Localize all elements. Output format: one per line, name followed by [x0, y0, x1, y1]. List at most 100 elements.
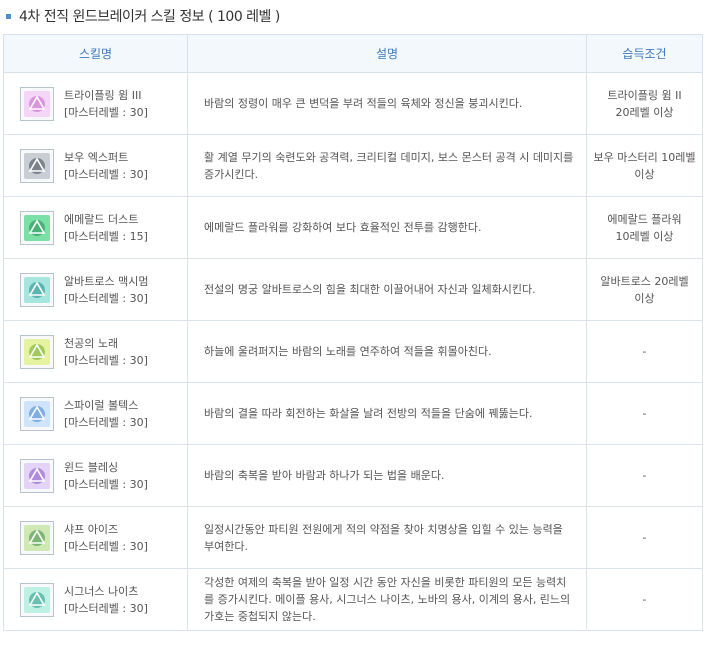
requirement-line-1: - [642, 531, 647, 544]
header-skill-name: 스킬명 [3, 34, 188, 73]
skill-name-text: 알바트로스 맥시멈 [마스터레벨 : 30] [64, 273, 148, 307]
skill-name-wrap: 알바트로스 맥시멈 [마스터레벨 : 30] [4, 272, 187, 307]
requirement-line-1: - [642, 345, 647, 358]
skill-icon-frame[interactable] [20, 458, 54, 493]
skill-description: 바람의 축복을 받아 바람과 하나가 되는 법을 배운다. [187, 444, 587, 507]
skill-requirement: - [586, 568, 703, 631]
cygnus-knights-icon [24, 586, 50, 613]
skill-icon-frame[interactable] [20, 148, 54, 183]
spiral-vortex-icon [24, 400, 50, 427]
skill-name-wrap: 트라이플링 윔 III [마스터레벨 : 30] [4, 86, 187, 121]
requirement-line-1: 보우 마스터리 10레벨 [593, 150, 696, 164]
skill-requirement: 에메랄드 플라워 10레벨 이상 [586, 196, 703, 259]
requirement-line-2: 이상 [634, 167, 655, 181]
header-requirement: 습득조건 [586, 34, 703, 73]
skill-requirement: 보우 마스터리 10레벨 이상 [586, 134, 703, 197]
skill-name-cell: 스파이럴 볼텍스 [마스터레벨 : 30] [3, 382, 188, 445]
skill-master-level: [마스터레벨 : 15] [64, 229, 148, 243]
skill-name: 트라이플링 윔 III [64, 88, 142, 102]
skill-name-cell: 에메랄드 더스트 [마스터레벨 : 15] [3, 196, 188, 259]
skill-requirement: - [586, 444, 703, 507]
skill-name-text: 보우 엑스퍼트 [마스터레벨 : 30] [64, 149, 148, 183]
skill-master-level: [마스터레벨 : 30] [64, 477, 148, 491]
skill-name: 윈드 블레싱 [64, 460, 119, 474]
requirement-line-2: 20레벨 이상 [615, 105, 674, 119]
skill-description: 바람의 정령이 매우 큰 변덕을 부려 적들의 육체와 정신을 붕괴시킨다. [187, 72, 587, 135]
skill-icon-frame[interactable] [20, 520, 54, 555]
skill-requirement: 트라이플링 윔 II 20레벨 이상 [586, 72, 703, 135]
table-row: 에메랄드 더스트 [마스터레벨 : 15] 에메랄드 플라워를 강화하여 보다 … [3, 196, 703, 259]
bow-expert-icon [24, 152, 50, 179]
skill-name-text: 윈드 블레싱 [마스터레벨 : 30] [64, 459, 148, 493]
skill-name-wrap: 보우 엑스퍼트 [마스터레벨 : 30] [4, 148, 187, 183]
skill-name-wrap: 시그너스 나이츠 [마스터레벨 : 30] [4, 582, 187, 617]
skill-master-level: [마스터레벨 : 30] [64, 353, 148, 367]
header-description: 설명 [187, 34, 587, 73]
table-row: 천공의 노래 [마스터레벨 : 30] 하늘에 울려퍼지는 바람의 노래를 연주… [3, 320, 703, 383]
skill-name: 보우 엑스퍼트 [64, 150, 129, 164]
page-title: 4차 전직 윈드브레이커 스킬 정보 ( 100 레벨 ) [19, 9, 280, 25]
skill-name: 시그너스 나이츠 [64, 584, 139, 598]
skill-name-wrap: 샤프 아이즈 [마스터레벨 : 30] [4, 520, 187, 555]
skill-name: 스파이럴 볼텍스 [64, 398, 139, 412]
skill-name-wrap: 스파이럴 볼텍스 [마스터레벨 : 30] [4, 396, 187, 431]
skill-master-level: [마스터레벨 : 30] [64, 539, 148, 553]
skill-name-cell: 샤프 아이즈 [마스터레벨 : 30] [3, 506, 188, 569]
skill-icon-frame[interactable] [20, 272, 54, 307]
skill-master-level: [마스터레벨 : 30] [64, 601, 148, 615]
tripling-wim-icon [24, 90, 50, 117]
skill-name-text: 천공의 노래 [마스터레벨 : 30] [64, 335, 148, 369]
table-row: 스파이럴 볼텍스 [마스터레벨 : 30] 바람의 결을 따라 회전하는 화살을… [3, 382, 703, 445]
skill-name-cell: 알바트로스 맥시멈 [마스터레벨 : 30] [3, 258, 188, 321]
skill-description: 에메랄드 플라워를 강화하여 보다 효율적인 전투를 감행한다. [187, 196, 587, 259]
skill-name-wrap: 에메랄드 더스트 [마스터레벨 : 15] [4, 210, 187, 245]
skill-description: 각성한 여제의 축복을 받아 일정 시간 동안 자신을 비롯한 파티원의 모든 … [187, 568, 587, 631]
requirement-line-2: 10레벨 이상 [615, 229, 674, 243]
sharp-eyes-icon [24, 524, 50, 551]
skill-icon-frame[interactable] [20, 210, 54, 245]
skill-name-cell: 윈드 블레싱 [마스터레벨 : 30] [3, 444, 188, 507]
skill-name-cell: 트라이플링 윔 III [마스터레벨 : 30] [3, 72, 188, 135]
table-row: 샤프 아이즈 [마스터레벨 : 30] 일정시간동안 파티원 전원에게 적의 약… [3, 506, 703, 569]
skill-name-cell: 보우 엑스퍼트 [마스터레벨 : 30] [3, 134, 188, 197]
requirement-line-1: - [642, 469, 647, 482]
table-header-row: 스킬명 설명 습득조건 [3, 34, 703, 73]
requirement-line-1: 트라이플링 윔 II [607, 88, 682, 102]
skill-name: 에메랄드 더스트 [64, 212, 139, 226]
skill-description: 활 계열 무기의 숙련도와 공격력, 크리티컬 데미지, 보스 몬스터 공격 시… [187, 134, 587, 197]
wind-blessing-icon [24, 462, 50, 489]
skill-icon-frame[interactable] [20, 582, 54, 617]
table-row: 시그너스 나이츠 [마스터레벨 : 30] 각성한 여제의 축복을 받아 일정 … [3, 568, 703, 631]
skill-name-wrap: 윈드 블레싱 [마스터레벨 : 30] [4, 458, 187, 493]
skill-name-cell: 천공의 노래 [마스터레벨 : 30] [3, 320, 188, 383]
skill-icon-frame[interactable] [20, 396, 54, 431]
skill-master-level: [마스터레벨 : 30] [64, 415, 148, 429]
skill-name-text: 시그너스 나이츠 [마스터레벨 : 30] [64, 583, 148, 617]
skill-master-level: [마스터레벨 : 30] [64, 291, 148, 305]
requirement-line-1: - [642, 593, 647, 606]
skill-description: 하늘에 울려퍼지는 바람의 노래를 연주하여 적들을 휘몰아친다. [187, 320, 587, 383]
page-header: 4차 전직 윈드브레이커 스킬 정보 ( 100 레벨 ) [0, 0, 705, 32]
requirement-line-2: 이상 [634, 291, 655, 305]
skill-name-cell: 시그너스 나이츠 [마스터레벨 : 30] [3, 568, 188, 631]
skill-name-text: 샤프 아이즈 [마스터레벨 : 30] [64, 521, 148, 555]
skill-name: 샤프 아이즈 [64, 522, 119, 536]
table-row: 윈드 블레싱 [마스터레벨 : 30] 바람의 축복을 받아 바람과 하나가 되… [3, 444, 703, 507]
skill-name-text: 에메랄드 더스트 [마스터레벨 : 15] [64, 211, 148, 245]
requirement-line-1: 알바트로스 20레벨 [600, 274, 689, 288]
skill-name: 알바트로스 맥시멈 [64, 274, 149, 288]
emerald-dust-icon [24, 214, 50, 241]
skill-name-text: 스파이럴 볼텍스 [마스터레벨 : 30] [64, 397, 148, 431]
skill-master-level: [마스터레벨 : 30] [64, 105, 148, 119]
skill-name: 천공의 노래 [64, 336, 119, 350]
skill-requirement: - [586, 320, 703, 383]
skill-description: 전설의 명궁 알바트로스의 힘을 최대한 이끌어내어 자신과 일체화시킨다. [187, 258, 587, 321]
skill-icon-frame[interactable] [20, 334, 54, 369]
skill-table: 스킬명 설명 습득조건 트라이플링 윔 III [마스터레벨 : 30] 바람의… [3, 34, 703, 631]
skill-requirement: - [586, 506, 703, 569]
table-row: 알바트로스 맥시멈 [마스터레벨 : 30] 전설의 명궁 알바트로스의 힘을 … [3, 258, 703, 321]
skill-icon-frame[interactable] [20, 86, 54, 121]
requirement-line-1: - [642, 407, 647, 420]
requirement-line-1: 에메랄드 플라워 [607, 212, 682, 226]
skill-name-wrap: 천공의 노래 [마스터레벨 : 30] [4, 334, 187, 369]
